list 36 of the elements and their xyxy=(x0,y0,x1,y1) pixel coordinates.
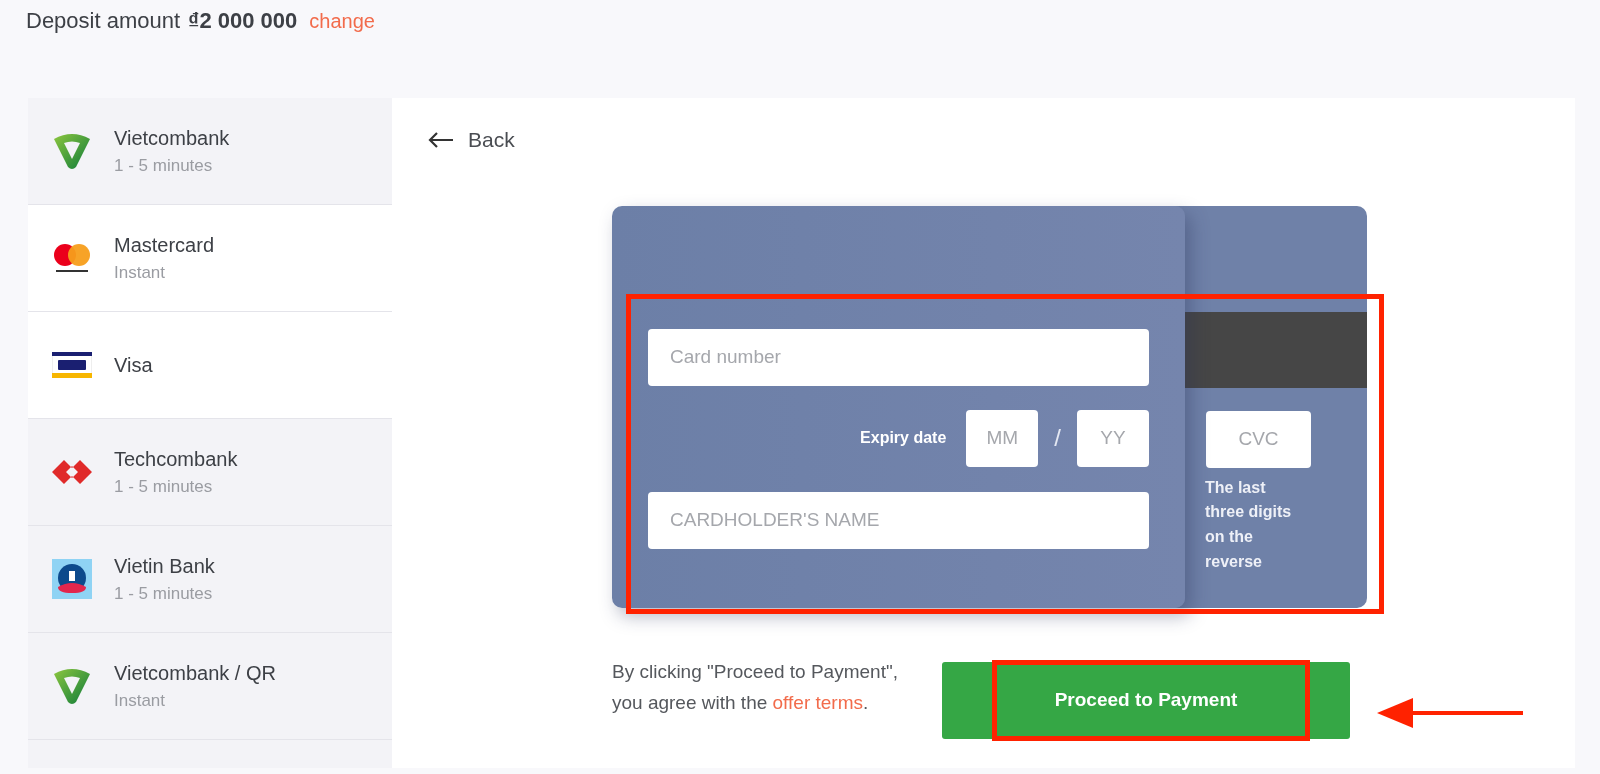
card-logo-icon xyxy=(52,352,92,378)
method-name: Mastercard xyxy=(114,233,215,259)
method-time: 1 - 5 minutes xyxy=(114,476,214,499)
date-separator: / xyxy=(1054,423,1061,453)
cvc-hint: The last three digits on the reverse xyxy=(1205,477,1293,572)
diamond-logo-icon xyxy=(52,457,92,487)
payment-method-item[interactable]: Visa xyxy=(28,312,392,419)
method-name: Visa xyxy=(114,353,153,378)
label-text: Deposit amount xyxy=(26,7,181,35)
shield-logo-icon xyxy=(52,666,92,706)
payment-method-item[interactable]: Techcombank 1 - 5 minutes xyxy=(28,419,392,526)
method-name: Vietcombank / QR xyxy=(114,661,276,687)
method-time: Instant xyxy=(114,690,167,713)
amount-text: ₫2 000 000 xyxy=(188,7,298,35)
method-name: Vietcombank xyxy=(114,126,230,152)
method-time: 1 - 5 minutes xyxy=(114,155,214,178)
terms-text: By clicking "Proceed to Payment", you agree with the offer terms. xyxy=(612,659,899,715)
bank-logo-icon xyxy=(52,559,92,599)
payment-method-item[interactable]: Vietcombank 1 - 5 minutes xyxy=(28,98,392,205)
method-name: Techcombank xyxy=(114,447,238,473)
expiry-label: Expiry date xyxy=(860,428,947,448)
payment-method-item[interactable]: Vietcombank / QR Instant xyxy=(28,633,392,740)
back-link[interactable]: Back xyxy=(428,124,515,156)
overlapping-circles-icon xyxy=(52,242,92,274)
payment-method-item[interactable]: Vietin Bank 1 - 5 minutes xyxy=(28,526,392,633)
back-arrow-icon xyxy=(428,131,454,148)
method-time: 1 - 5 minutes xyxy=(114,583,214,606)
card-number-field[interactable]: Card number xyxy=(648,328,1149,386)
shield-logo-icon xyxy=(52,131,92,171)
cardholder-name-field[interactable]: CARDHOLDER'S NAME xyxy=(648,491,1149,549)
cvc-field[interactable]: CVC xyxy=(1206,410,1311,468)
method-time: Instant xyxy=(114,262,167,285)
year-field[interactable]: YY xyxy=(1077,409,1149,467)
method-name: Vietin Bank xyxy=(114,554,215,580)
payment-method-item[interactable]: Mastercard Instant xyxy=(28,205,392,312)
month-field[interactable]: MM xyxy=(966,409,1039,467)
